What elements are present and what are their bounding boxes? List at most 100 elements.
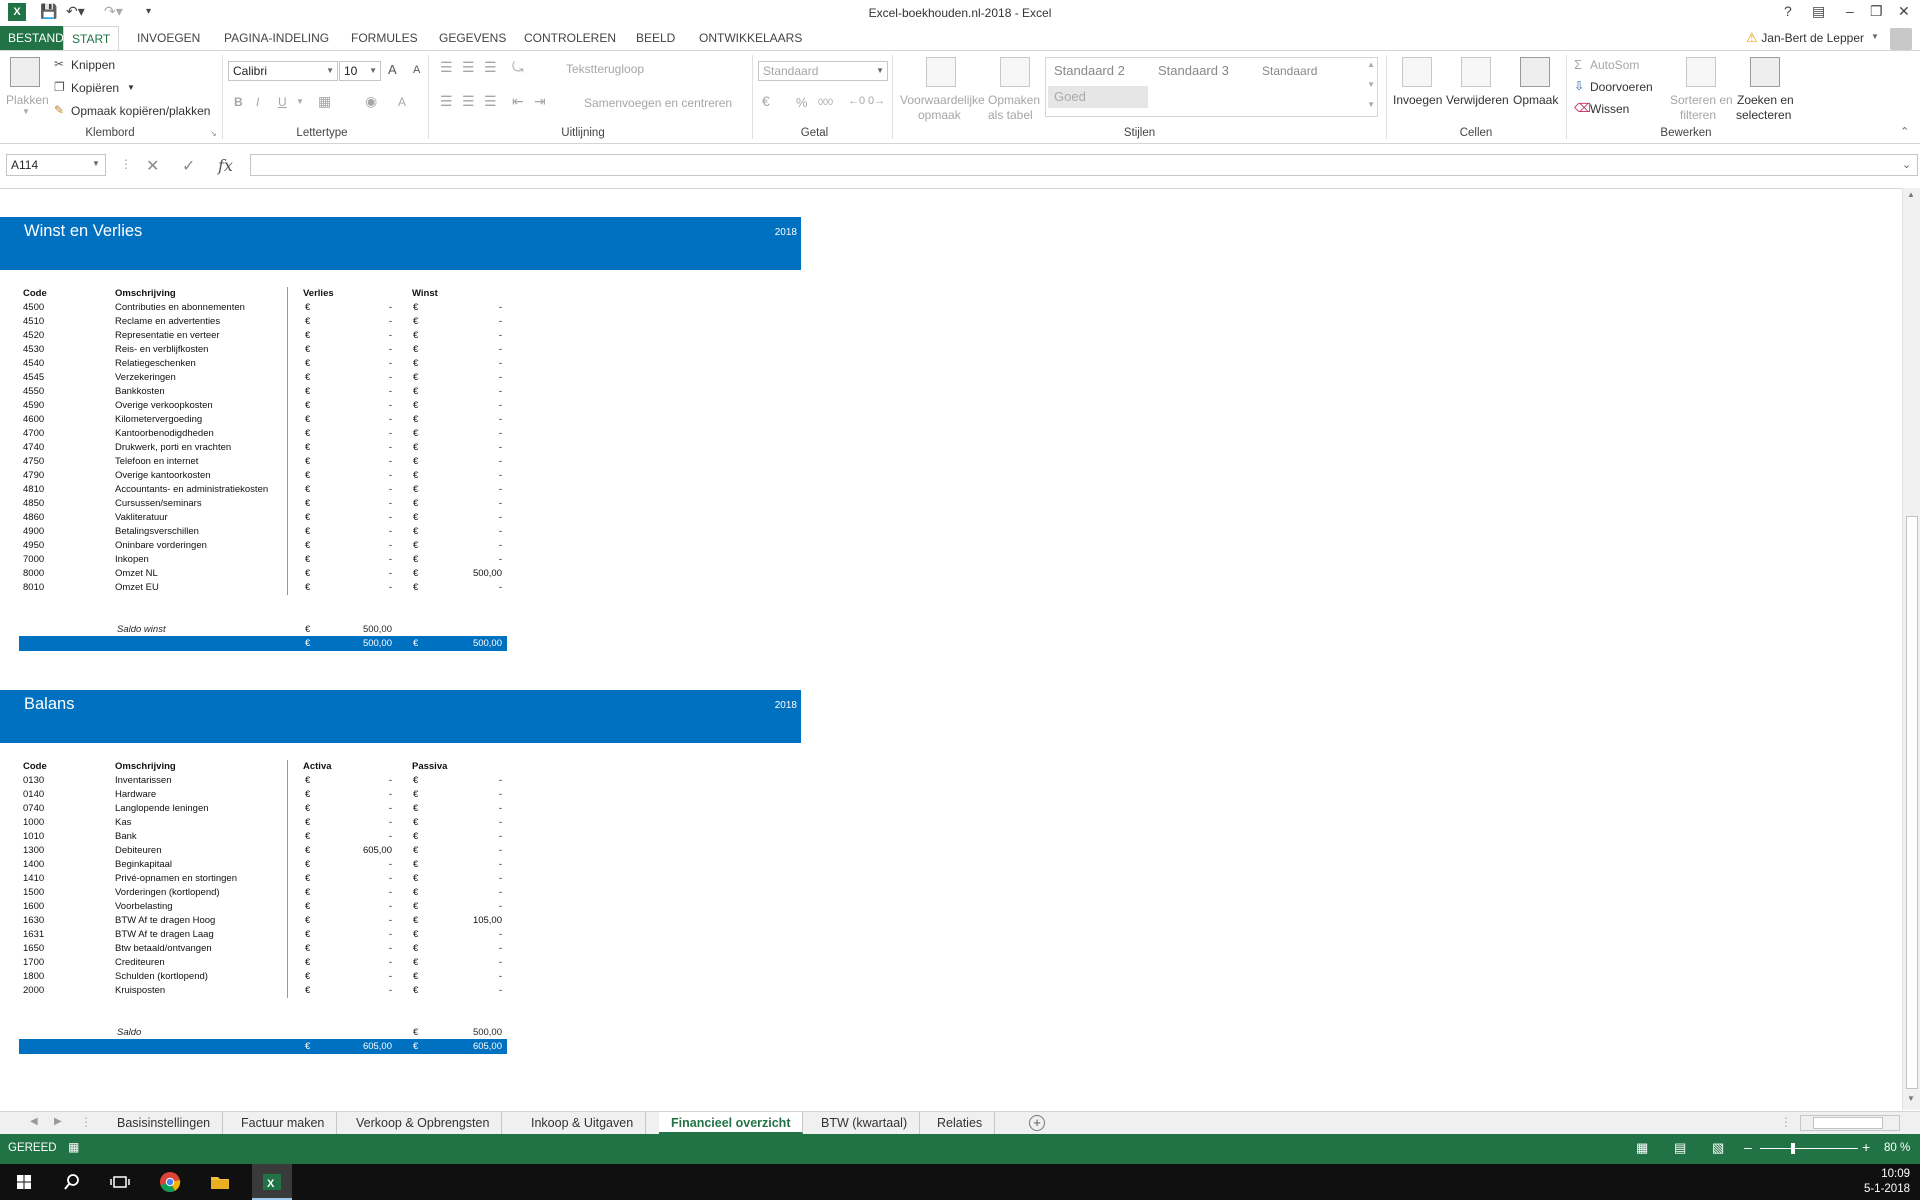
percent-button[interactable]: % (796, 95, 808, 110)
chrome-icon[interactable] (156, 1168, 184, 1196)
horizontal-scroll-thumb[interactable] (1813, 1117, 1883, 1129)
tabs-more-icon[interactable]: ⋮ (80, 1115, 92, 1129)
zoom-level[interactable]: 80 % (1884, 1142, 1910, 1154)
tab-ontwikkelaars[interactable]: ONTWIKKELAARS (691, 26, 810, 50)
decrease-indent-icon[interactable]: ⇤ (512, 93, 524, 110)
clear-icon[interactable]: ⌫ (1574, 101, 1591, 115)
scroll-down-icon[interactable]: ▼ (1907, 1094, 1915, 1103)
delete-cells-button[interactable]: Verwijderen (1446, 93, 1509, 107)
name-box-dropdown-icon[interactable]: ▼ (92, 159, 100, 168)
font-color-button[interactable]: A (398, 95, 406, 109)
prev-sheet-icon[interactable]: ◀ (30, 1116, 38, 1127)
delete-cells-icon[interactable] (1461, 57, 1491, 87)
grow-font-icon[interactable]: A (388, 62, 397, 77)
task-view-icon[interactable] (106, 1168, 134, 1196)
save-icon[interactable]: 💾 (40, 3, 57, 20)
thousands-button[interactable]: 000 (818, 97, 833, 107)
worksheet[interactable]: Winst en Verlies 2018 Code Omschrijving Verl… (0, 188, 1902, 1110)
zoom-in-icon[interactable]: + (1862, 1139, 1870, 1155)
sheet-tab[interactable]: BTW (kwartaal) (809, 1112, 921, 1134)
ribbon-display-options-icon[interactable]: ▤ (1812, 3, 1825, 20)
format-as-table-icon[interactable] (1000, 57, 1030, 87)
customize-qat-icon[interactable]: ▾ (146, 6, 151, 17)
insert-function-button[interactable]: fx (218, 156, 233, 175)
file-explorer-icon[interactable] (206, 1168, 234, 1196)
currency-format-icon[interactable]: € (762, 93, 770, 109)
sheet-tab[interactable]: Inkoop & Uitgaven (519, 1112, 647, 1134)
fill-button[interactable]: Doorvoeren (1590, 80, 1653, 94)
sheet-tab[interactable]: Basisinstellingen (105, 1112, 224, 1134)
align-right-icon[interactable]: ☰ (484, 93, 497, 110)
normal-view-icon[interactable]: ▦ (1636, 1140, 1648, 1156)
align-top-icon[interactable]: ☰ (440, 59, 453, 76)
find-select-icon[interactable] (1750, 57, 1780, 87)
style-standaard-3[interactable]: Standaard 3 (1152, 60, 1252, 82)
fill-color-icon[interactable]: ◉ (365, 93, 377, 110)
underline-dropdown-icon[interactable]: ▼ (296, 97, 304, 106)
user-account[interactable]: Jan-Bert de Lepper (1761, 31, 1864, 45)
paste-dropdown-icon[interactable]: ▼ (22, 107, 30, 116)
merge-center-button[interactable]: Samenvoegen en centreren (584, 96, 732, 110)
system-clock[interactable]: 10:09 5-1-2018 (1864, 1167, 1910, 1197)
vertical-scrollbar[interactable]: ▲ ▼ (1902, 188, 1920, 1110)
sheet-tab[interactable]: Verkoop & Opbrengsten (344, 1112, 503, 1134)
style-standaard-2[interactable]: Standaard 2 (1048, 60, 1148, 82)
cut-button[interactable]: Knippen (71, 58, 115, 72)
page-layout-view-icon[interactable]: ▤ (1674, 1140, 1686, 1156)
find-select-button[interactable]: Zoeken en (1737, 93, 1794, 107)
undo-icon[interactable]: ↶▾ (66, 3, 85, 20)
autosum-button[interactable]: AutoSom (1590, 58, 1639, 72)
zoom-out-icon[interactable]: – (1744, 1139, 1752, 1155)
cancel-icon[interactable]: ✕ (146, 156, 159, 176)
conditional-formatting-icon[interactable] (926, 57, 956, 87)
tab-formules[interactable]: FORMULES (343, 26, 426, 50)
vertical-scroll-thumb[interactable] (1906, 516, 1918, 1089)
tab-beeld[interactable]: BEELD (628, 26, 683, 50)
orientation-icon[interactable]: ⤿ (512, 59, 524, 76)
enter-icon[interactable]: ✓ (182, 156, 195, 176)
user-dropdown-icon[interactable]: ▼ (1871, 32, 1879, 41)
align-bottom-icon[interactable]: ☰ (484, 59, 497, 76)
sort-filter-icon[interactable] (1686, 57, 1716, 87)
format-cells-button[interactable]: Opmaak (1513, 93, 1558, 107)
clear-button[interactable]: Wissen (1590, 102, 1629, 116)
increase-decimal-icon[interactable]: ←0 (848, 95, 865, 107)
page-break-view-icon[interactable]: ▧ (1712, 1140, 1724, 1156)
zoom-slider-thumb[interactable] (1791, 1143, 1795, 1154)
bold-button[interactable]: B (234, 95, 243, 109)
copy-button[interactable]: Kopiëren (71, 81, 119, 95)
copy-dropdown-icon[interactable]: ▼ (127, 83, 135, 92)
tab-start[interactable]: START (63, 26, 120, 51)
restore-button[interactable]: ❐ (1870, 3, 1883, 20)
autosum-icon[interactable]: Σ (1574, 57, 1582, 72)
collapse-ribbon-icon[interactable]: ⌃ (1900, 125, 1909, 138)
tab-gegevens[interactable]: GEGEVENS (431, 26, 514, 50)
align-center-icon[interactable]: ☰ (462, 93, 475, 110)
number-format-combo[interactable]: Standaard ▼ (758, 61, 888, 81)
fill-icon[interactable]: ⇩ (1574, 79, 1584, 93)
insert-cells-button[interactable]: Invoegen (1393, 93, 1442, 107)
insert-cells-icon[interactable] (1402, 57, 1432, 87)
excel-taskbar-button[interactable]: X (252, 1164, 292, 1200)
redo-icon[interactable]: ↷▾ (104, 3, 123, 20)
sheet-tab[interactable]: Relaties (925, 1112, 996, 1134)
font-size-combo[interactable]: 10 ▼ (339, 61, 381, 81)
tab-bestand[interactable]: BESTAND (0, 26, 72, 50)
increase-indent-icon[interactable]: ⇥ (534, 93, 546, 110)
align-left-icon[interactable]: ☰ (440, 93, 453, 110)
format-as-table-button[interactable]: Opmaken (988, 93, 1040, 107)
gallery-more-icon[interactable]: ▼ (1367, 100, 1375, 109)
paste-icon[interactable] (10, 57, 40, 87)
zoom-slider-track[interactable] (1760, 1148, 1858, 1149)
wrap-text-button[interactable]: Tekstterugloop (566, 62, 644, 76)
macro-record-icon[interactable]: ▦ (68, 1140, 79, 1154)
italic-button[interactable]: I (256, 95, 259, 109)
formula-input[interactable] (250, 154, 1918, 176)
gallery-up-icon[interactable]: ▲ (1367, 60, 1375, 69)
format-cells-icon[interactable] (1520, 57, 1550, 87)
sheet-tab[interactable]: Financieel overzicht (659, 1112, 804, 1134)
shrink-font-icon[interactable]: A (413, 64, 420, 76)
close-button[interactable]: ✕ (1898, 3, 1910, 20)
help-button[interactable]: ? (1784, 3, 1792, 19)
search-icon[interactable] (58, 1168, 86, 1196)
